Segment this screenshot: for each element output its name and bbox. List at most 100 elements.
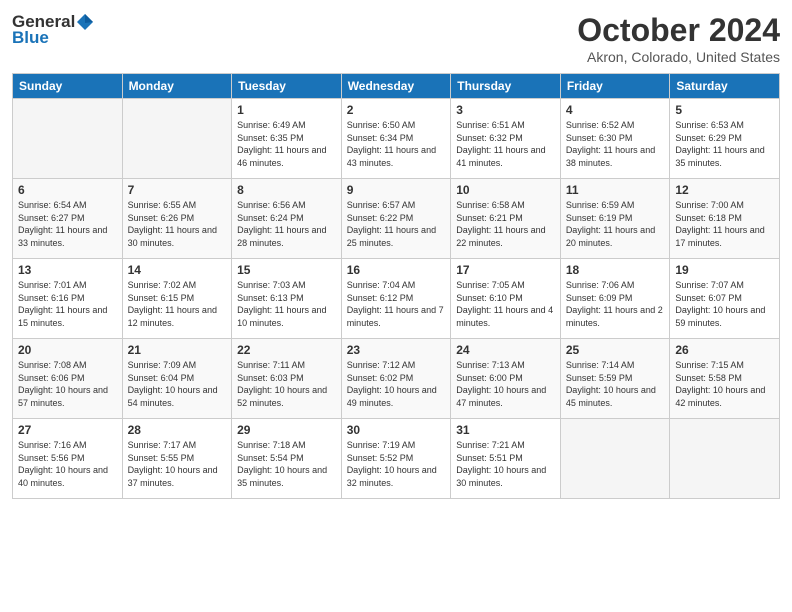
calendar-cell: 21 Sunrise: 7:09 AM Sunset: 6:04 PM Dayli… xyxy=(122,339,232,419)
calendar-week-5: 27Sunrise: 7:16 AM Sunset: 5:56 PM Dayli… xyxy=(13,419,780,499)
day-number: 15 xyxy=(237,263,336,277)
cell-details: Sunrise: 7:09 AM Sunset: 6:04 PM Dayligh… xyxy=(128,359,227,409)
month-title: October 2024 xyxy=(577,12,780,49)
cell-details: Sunrise: 6:57 AM Sunset: 6:22 PM Dayligh… xyxy=(347,199,446,249)
calendar-cell: 6 Sunrise: 6:54 AM Sunset: 6:27 PM Daylig… xyxy=(13,179,123,259)
day-number: 11 xyxy=(566,183,665,197)
cell-details: Sunrise: 6:59 AM Sunset: 6:19 PM Dayligh… xyxy=(566,199,665,249)
day-number: 24 xyxy=(456,343,555,357)
day-number: 12 xyxy=(675,183,774,197)
day-number: 18 xyxy=(566,263,665,277)
calendar-cell: 13 Sunrise: 7:01 AM Sunset: 6:16 PM Dayli… xyxy=(13,259,123,339)
calendar-cell: 24 Sunrise: 7:13 AM Sunset: 6:00 PM Dayli… xyxy=(451,339,561,419)
cell-details: Sunrise: 7:13 AM Sunset: 6:00 PM Dayligh… xyxy=(456,359,555,409)
calendar-cell: 5 Sunrise: 6:53 AM Sunset: 6:29 PM Daylig… xyxy=(670,99,780,179)
calendar-cell: 14Sunrise: 7:02 AM Sunset: 6:15 PM Dayli… xyxy=(122,259,232,339)
day-number: 25 xyxy=(566,343,665,357)
cell-details: Sunrise: 7:15 AM Sunset: 5:58 PM Dayligh… xyxy=(675,359,774,409)
calendar-cell: 1 Sunrise: 6:49 AM Sunset: 6:35 PM Daylig… xyxy=(232,99,342,179)
calendar-cell: 26 Sunrise: 7:15 AM Sunset: 5:58 PM Dayli… xyxy=(670,339,780,419)
day-number: 2 xyxy=(347,103,446,117)
calendar-cell: 18 Sunrise: 7:06 AM Sunset: 6:09 PM Dayli… xyxy=(560,259,670,339)
cell-details: Sunrise: 7:17 AM Sunset: 5:55 PM Dayligh… xyxy=(128,439,227,489)
col-friday: Friday xyxy=(560,74,670,99)
calendar-week-1: 1 Sunrise: 6:49 AM Sunset: 6:35 PM Daylig… xyxy=(13,99,780,179)
calendar-cell: 9Sunrise: 6:57 AM Sunset: 6:22 PM Daylig… xyxy=(341,179,451,259)
calendar-cell xyxy=(122,99,232,179)
calendar-cell: 10Sunrise: 6:58 AM Sunset: 6:21 PM Dayli… xyxy=(451,179,561,259)
day-number: 29 xyxy=(237,423,336,437)
logo: General Blue xyxy=(12,12,95,48)
cell-details: Sunrise: 7:04 AM Sunset: 6:12 PM Dayligh… xyxy=(347,279,446,329)
calendar-cell: 4 Sunrise: 6:52 AM Sunset: 6:30 PM Daylig… xyxy=(560,99,670,179)
page: General Blue October 2024 Akron, Colorad… xyxy=(0,0,792,612)
calendar-cell: 27Sunrise: 7:16 AM Sunset: 5:56 PM Dayli… xyxy=(13,419,123,499)
calendar-cell: 28 Sunrise: 7:17 AM Sunset: 5:55 PM Dayli… xyxy=(122,419,232,499)
cell-details: Sunrise: 6:49 AM Sunset: 6:35 PM Dayligh… xyxy=(237,119,336,169)
day-number: 3 xyxy=(456,103,555,117)
calendar-cell: 22 Sunrise: 7:11 AM Sunset: 6:03 PM Dayli… xyxy=(232,339,342,419)
day-number: 23 xyxy=(347,343,446,357)
cell-details: Sunrise: 7:01 AM Sunset: 6:16 PM Dayligh… xyxy=(18,279,117,329)
col-tuesday: Tuesday xyxy=(232,74,342,99)
calendar-cell: 8 Sunrise: 6:56 AM Sunset: 6:24 PM Daylig… xyxy=(232,179,342,259)
day-number: 26 xyxy=(675,343,774,357)
day-number: 19 xyxy=(675,263,774,277)
cell-details: Sunrise: 6:55 AM Sunset: 6:26 PM Dayligh… xyxy=(128,199,227,249)
day-number: 14 xyxy=(128,263,227,277)
day-number: 8 xyxy=(237,183,336,197)
col-thursday: Thursday xyxy=(451,74,561,99)
location: Akron, Colorado, United States xyxy=(577,49,780,65)
calendar: Sunday Monday Tuesday Wednesday Thursday… xyxy=(12,73,780,499)
calendar-cell xyxy=(670,419,780,499)
cell-details: Sunrise: 7:06 AM Sunset: 6:09 PM Dayligh… xyxy=(566,279,665,329)
day-number: 1 xyxy=(237,103,336,117)
calendar-cell: 29 Sunrise: 7:18 AM Sunset: 5:54 PM Dayli… xyxy=(232,419,342,499)
cell-details: Sunrise: 7:07 AM Sunset: 6:07 PM Dayligh… xyxy=(675,279,774,329)
day-number: 17 xyxy=(456,263,555,277)
calendar-cell: 31Sunrise: 7:21 AM Sunset: 5:51 PM Dayli… xyxy=(451,419,561,499)
cell-details: Sunrise: 6:52 AM Sunset: 6:30 PM Dayligh… xyxy=(566,119,665,169)
calendar-cell: 30 Sunrise: 7:19 AM Sunset: 5:52 PM Dayli… xyxy=(341,419,451,499)
day-number: 10 xyxy=(456,183,555,197)
calendar-cell: 19 Sunrise: 7:07 AM Sunset: 6:07 PM Dayli… xyxy=(670,259,780,339)
day-number: 30 xyxy=(347,423,446,437)
day-number: 21 xyxy=(128,343,227,357)
calendar-cell: 17 Sunrise: 7:05 AM Sunset: 6:10 PM Dayli… xyxy=(451,259,561,339)
day-number: 6 xyxy=(18,183,117,197)
cell-details: Sunrise: 7:18 AM Sunset: 5:54 PM Dayligh… xyxy=(237,439,336,489)
calendar-cell: 15 Sunrise: 7:03 AM Sunset: 6:13 PM Dayli… xyxy=(232,259,342,339)
day-number: 22 xyxy=(237,343,336,357)
cell-details: Sunrise: 7:14 AM Sunset: 5:59 PM Dayligh… xyxy=(566,359,665,409)
calendar-cell: 3Sunrise: 6:51 AM Sunset: 6:32 PM Daylig… xyxy=(451,99,561,179)
calendar-cell: 20Sunrise: 7:08 AM Sunset: 6:06 PM Dayli… xyxy=(13,339,123,419)
header: General Blue October 2024 Akron, Colorad… xyxy=(12,12,780,65)
day-number: 28 xyxy=(128,423,227,437)
day-number: 16 xyxy=(347,263,446,277)
cell-details: Sunrise: 7:21 AM Sunset: 5:51 PM Dayligh… xyxy=(456,439,555,489)
cell-details: Sunrise: 6:56 AM Sunset: 6:24 PM Dayligh… xyxy=(237,199,336,249)
col-wednesday: Wednesday xyxy=(341,74,451,99)
logo-icon xyxy=(76,13,94,31)
cell-details: Sunrise: 6:53 AM Sunset: 6:29 PM Dayligh… xyxy=(675,119,774,169)
calendar-week-2: 6 Sunrise: 6:54 AM Sunset: 6:27 PM Daylig… xyxy=(13,179,780,259)
day-number: 5 xyxy=(675,103,774,117)
cell-details: Sunrise: 7:00 AM Sunset: 6:18 PM Dayligh… xyxy=(675,199,774,249)
header-row: Sunday Monday Tuesday Wednesday Thursday… xyxy=(13,74,780,99)
day-number: 4 xyxy=(566,103,665,117)
cell-details: Sunrise: 6:50 AM Sunset: 6:34 PM Dayligh… xyxy=(347,119,446,169)
cell-details: Sunrise: 7:19 AM Sunset: 5:52 PM Dayligh… xyxy=(347,439,446,489)
logo-blue: Blue xyxy=(12,28,49,48)
calendar-cell: 11 Sunrise: 6:59 AM Sunset: 6:19 PM Dayli… xyxy=(560,179,670,259)
day-number: 13 xyxy=(18,263,117,277)
cell-details: Sunrise: 7:03 AM Sunset: 6:13 PM Dayligh… xyxy=(237,279,336,329)
cell-details: Sunrise: 7:11 AM Sunset: 6:03 PM Dayligh… xyxy=(237,359,336,409)
calendar-cell: 7Sunrise: 6:55 AM Sunset: 6:26 PM Daylig… xyxy=(122,179,232,259)
col-sunday: Sunday xyxy=(13,74,123,99)
cell-details: Sunrise: 6:54 AM Sunset: 6:27 PM Dayligh… xyxy=(18,199,117,249)
cell-details: Sunrise: 7:05 AM Sunset: 6:10 PM Dayligh… xyxy=(456,279,555,329)
calendar-cell: 12 Sunrise: 7:00 AM Sunset: 6:18 PM Dayli… xyxy=(670,179,780,259)
calendar-cell: 23Sunrise: 7:12 AM Sunset: 6:02 PM Dayli… xyxy=(341,339,451,419)
calendar-week-4: 20Sunrise: 7:08 AM Sunset: 6:06 PM Dayli… xyxy=(13,339,780,419)
calendar-cell xyxy=(560,419,670,499)
